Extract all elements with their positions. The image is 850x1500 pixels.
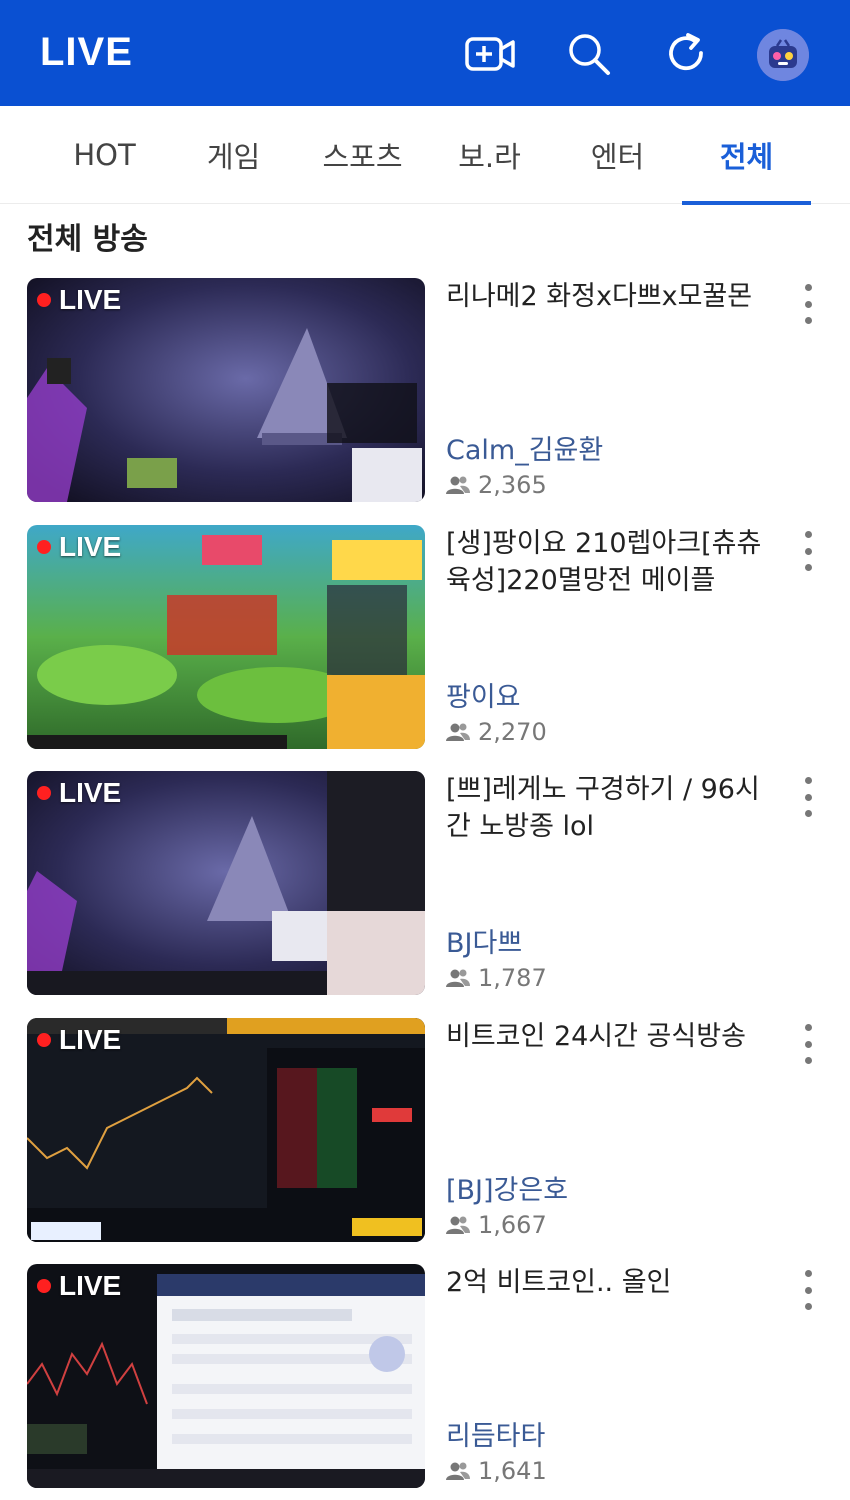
tab-sports[interactable]: 스포츠 bbox=[298, 106, 427, 204]
stream-thumbnail[interactable]: LIVE bbox=[27, 278, 425, 502]
stream-card[interactable]: LIVE [생]팡이요 210렙아크[츄츄육성]220멸망전 메이플 팡이요 2… bbox=[0, 525, 850, 751]
stream-thumbnail[interactable]: LIVE bbox=[27, 1018, 425, 1242]
live-dot-icon bbox=[37, 293, 51, 307]
refresh-icon[interactable] bbox=[661, 28, 713, 80]
viewer-count: 2,365 bbox=[446, 471, 547, 499]
category-tabs: HOT 게임 스포츠 보.라 엔터 전체 bbox=[0, 106, 850, 205]
tab-all[interactable]: 전체 bbox=[682, 106, 811, 204]
stream-title[interactable]: [생]팡이요 210렙아크[츄츄육성]220멸망전 메이플 bbox=[446, 525, 776, 599]
section-title: 전체 방송 bbox=[27, 222, 148, 257]
live-badge: LIVE bbox=[37, 284, 121, 316]
streamer-name[interactable]: 팡이요 bbox=[446, 675, 521, 714]
live-badge: LIVE bbox=[37, 1270, 121, 1302]
app-title: LIVE bbox=[40, 30, 133, 74]
viewers-icon bbox=[446, 1462, 470, 1480]
stream-thumbnail[interactable]: LIVE bbox=[27, 771, 425, 995]
live-dot-icon bbox=[37, 786, 51, 800]
more-options-icon[interactable] bbox=[795, 777, 821, 817]
viewers-icon bbox=[446, 969, 470, 987]
live-badge: LIVE bbox=[37, 1024, 121, 1056]
more-options-icon[interactable] bbox=[795, 531, 821, 571]
more-options-icon[interactable] bbox=[795, 1024, 821, 1064]
streamer-name[interactable]: BJ다쁘 bbox=[446, 921, 522, 960]
live-dot-icon bbox=[37, 1033, 51, 1047]
search-icon[interactable] bbox=[563, 28, 615, 80]
stream-title[interactable]: 비트코인 24시간 공식방송 bbox=[446, 1018, 776, 1055]
stream-thumbnail[interactable]: LIVE bbox=[27, 525, 425, 749]
tab-enter[interactable]: 엔터 bbox=[553, 106, 682, 204]
stream-card[interactable]: LIVE [쁘]레게노 구경하기 / 96시간 노방종 lol BJ다쁘 1,7… bbox=[0, 771, 850, 997]
stream-title[interactable]: 리나메2 화정x다쁘x모꿀몬 bbox=[446, 278, 776, 315]
viewers-icon bbox=[446, 1216, 470, 1234]
viewer-count: 1,667 bbox=[446, 1211, 547, 1239]
viewer-count: 2,270 bbox=[446, 718, 547, 746]
streamer-name[interactable]: 리듬타타 bbox=[446, 1414, 545, 1453]
viewers-icon bbox=[446, 476, 470, 494]
broadcast-camera-icon[interactable] bbox=[464, 28, 516, 80]
live-dot-icon bbox=[37, 540, 51, 554]
stream-card[interactable]: LIVE 리나메2 화정x다쁘x모꿀몬 Calm_김윤환 2,365 bbox=[0, 278, 850, 504]
live-dot-icon bbox=[37, 1279, 51, 1293]
stream-thumbnail[interactable]: LIVE bbox=[27, 1264, 425, 1488]
viewer-count: 1,787 bbox=[446, 964, 547, 992]
more-options-icon[interactable] bbox=[795, 284, 821, 324]
viewers-icon bbox=[446, 723, 470, 741]
stream-card[interactable]: LIVE 2억 비트코인.. 올인 리듬타타 1,641 bbox=[0, 1264, 850, 1490]
stream-card[interactable]: LIVE 비트코인 24시간 공식방송 [BJ]강은호 1,667 bbox=[0, 1018, 850, 1244]
streamer-name[interactable]: Calm_김윤환 bbox=[446, 428, 603, 467]
more-options-icon[interactable] bbox=[795, 1270, 821, 1310]
tab-bora[interactable]: 보.라 bbox=[425, 106, 554, 204]
streamer-name[interactable]: [BJ]강은호 bbox=[446, 1168, 568, 1207]
stream-title[interactable]: [쁘]레게노 구경하기 / 96시간 노방종 lol bbox=[446, 771, 776, 845]
stream-title[interactable]: 2억 비트코인.. 올인 bbox=[446, 1264, 776, 1301]
top-app-bar: LIVE bbox=[0, 0, 850, 106]
tab-hot[interactable]: HOT bbox=[40, 106, 169, 204]
profile-avatar[interactable] bbox=[757, 29, 809, 81]
live-badge: LIVE bbox=[37, 531, 121, 563]
live-badge: LIVE bbox=[37, 777, 121, 809]
viewer-count: 1,641 bbox=[446, 1457, 547, 1485]
active-tab-indicator bbox=[682, 201, 811, 205]
tab-game[interactable]: 게임 bbox=[169, 106, 298, 204]
